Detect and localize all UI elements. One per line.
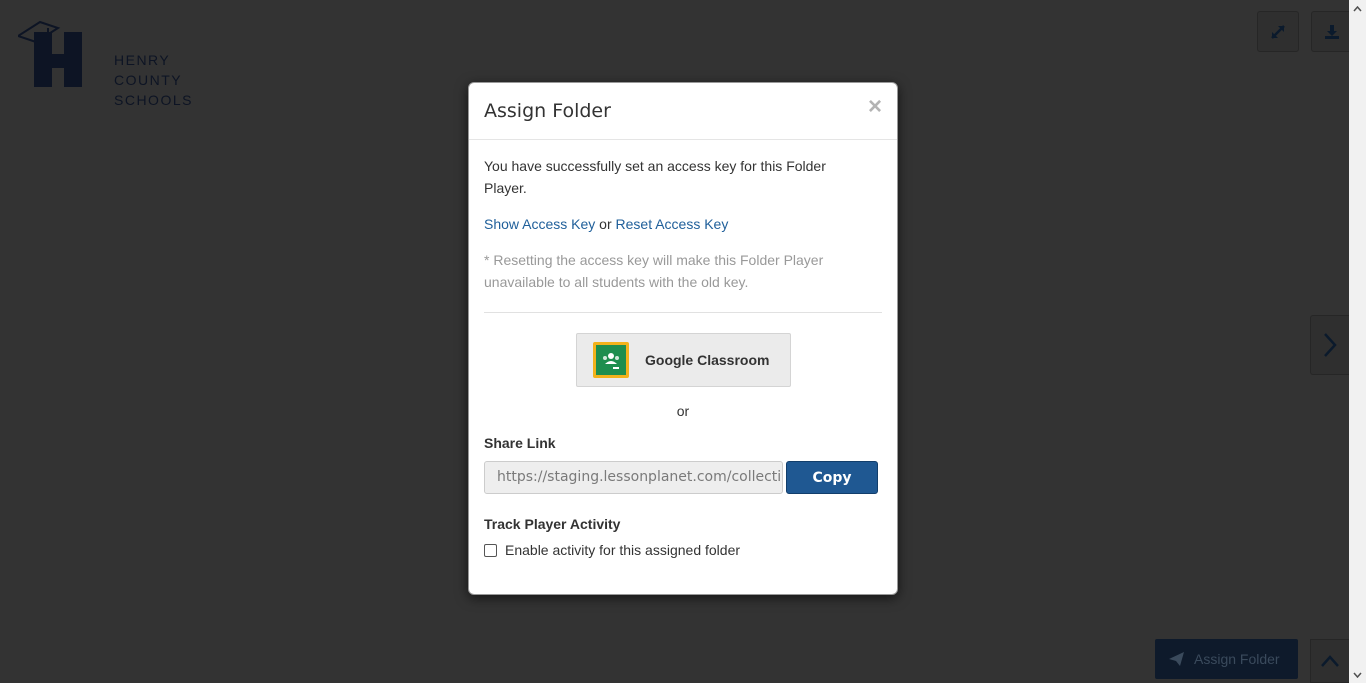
- scroll-to-top-button[interactable]: [1310, 639, 1349, 683]
- or-separator: or: [676, 403, 690, 419]
- scroll-up-icon: [1353, 5, 1362, 11]
- share-link-input[interactable]: https://staging.lessonplanet.com/collect…: [484, 461, 783, 494]
- assign-folder-button[interactable]: Assign Folder: [1155, 639, 1298, 679]
- scroll-down-icon: [1353, 672, 1362, 678]
- scroll-down-arrow[interactable]: [1349, 666, 1366, 683]
- google-classroom-icon: [593, 342, 629, 378]
- google-classroom-button[interactable]: Google Classroom: [576, 333, 791, 387]
- download-icon: [1324, 24, 1339, 39]
- track-player-activity-label: Track Player Activity: [484, 516, 621, 532]
- reset-warning-note: * Resetting the access key will make thi…: [484, 252, 824, 290]
- google-classroom-label: Google Classroom: [645, 352, 770, 368]
- access-key-links: Show Access Key or Reset Access Key: [484, 213, 728, 235]
- henry-county-schools-logo: HENRY COUNTY SCHOOLS: [15, 18, 191, 108]
- assign-folder-modal: Assign Folder × You have successfully se…: [468, 82, 898, 595]
- chevron-up-icon: [1321, 655, 1339, 667]
- chevron-right-icon: [1324, 333, 1337, 357]
- enable-activity-row[interactable]: Enable activity for this assigned folder: [484, 542, 740, 558]
- enable-activity-checkbox[interactable]: [484, 543, 497, 557]
- next-item-button[interactable]: [1310, 315, 1349, 375]
- modal-title: Assign Folder: [484, 100, 611, 122]
- paper-plane-icon: [1169, 652, 1184, 666]
- share-link-label: Share Link: [484, 435, 556, 451]
- show-access-key-link[interactable]: Show Access Key: [484, 216, 595, 232]
- scroll-up-arrow[interactable]: [1349, 0, 1366, 17]
- logo-line-county: COUNTY: [114, 72, 183, 88]
- modal-header: Assign Folder ×: [469, 83, 897, 140]
- enable-activity-label[interactable]: Enable activity for this assigned folder: [505, 542, 740, 558]
- reset-access-key-link[interactable]: Reset Access Key: [616, 216, 729, 232]
- copy-button[interactable]: Copy: [786, 461, 878, 494]
- expand-icon: [1271, 24, 1285, 39]
- download-button[interactable]: [1311, 11, 1351, 52]
- close-icon[interactable]: ×: [868, 95, 882, 119]
- logo-line-schools: SCHOOLS: [114, 92, 193, 108]
- logo-line-henry: HENRY: [114, 52, 171, 68]
- divider: [484, 312, 882, 313]
- vertical-scrollbar[interactable]: [1349, 0, 1366, 683]
- success-message: You have successfully set an access key …: [484, 158, 826, 196]
- links-or-text: or: [599, 216, 612, 232]
- logo-text: HENRY COUNTY SCHOOLS: [114, 50, 193, 110]
- assign-folder-label: Assign Folder: [1194, 651, 1280, 667]
- fullscreen-button[interactable]: [1257, 11, 1299, 52]
- logo-h-mark-icon: [15, 20, 82, 87]
